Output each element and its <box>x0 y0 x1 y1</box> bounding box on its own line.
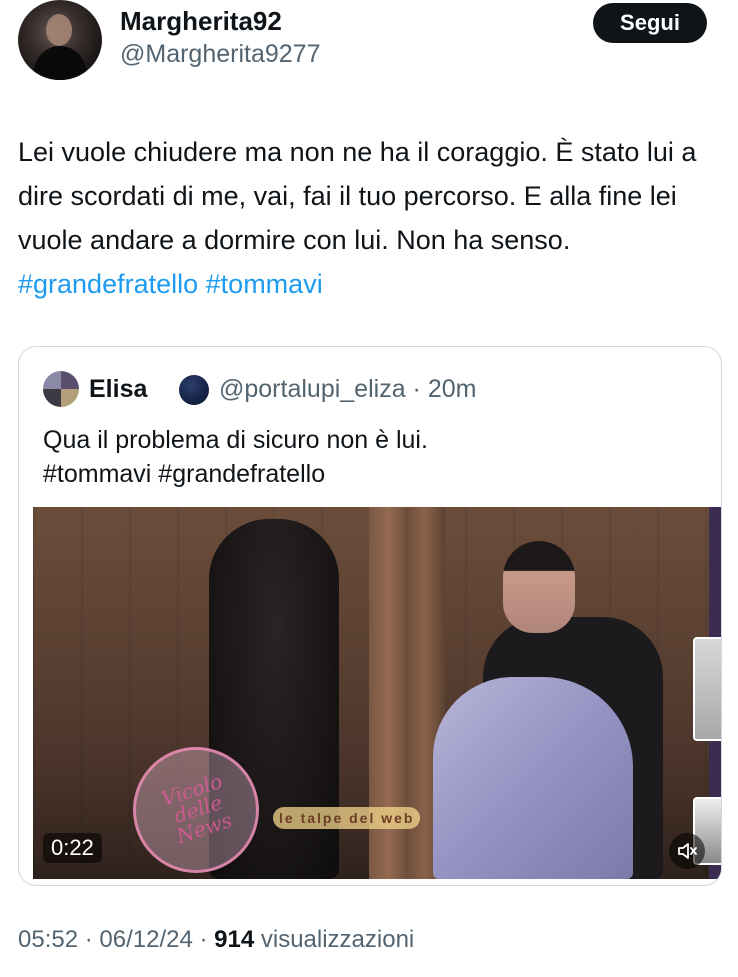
speaker-muted-icon <box>678 843 697 859</box>
video-player[interactable]: Vicolo delle News le talpe del web 0:22 <box>33 507 721 879</box>
tweet-timestamp[interactable]: 05:52 · 06/12/24 · <box>18 926 207 953</box>
avatar-face <box>46 14 72 46</box>
quoted-author-name[interactable]: Elisa <box>89 375 147 404</box>
quoted-text-line: Qua il problema di sicuro non è lui. <box>43 426 428 454</box>
hashtag-link[interactable]: #tommavi <box>206 269 323 299</box>
mute-button[interactable] <box>669 833 705 869</box>
follow-button[interactable]: Segui <box>593 3 707 43</box>
avatar-body <box>34 46 86 80</box>
quoted-hashtags[interactable]: #tommavi #grandefratello <box>43 457 693 491</box>
quoted-tweet-card[interactable]: Elisa @portalupi_eliza · 20m Qua il prob… <box>18 346 722 886</box>
tweet-header: Margherita92 @Margherita9277 Segui <box>0 0 738 100</box>
quoted-author-meta[interactable]: @portalupi_eliza · 20m <box>219 375 476 404</box>
watermark-banner: le talpe del web <box>273 807 421 829</box>
video-duration-badge: 0:22 <box>43 833 102 863</box>
tweet-metadata: 05:52 · 06/12/24 · 914 visualizzazioni <box>18 926 414 954</box>
views-label: visualizzazioni <box>260 926 415 953</box>
author-handle[interactable]: @Margherita9277 <box>120 40 321 69</box>
views-count: 914 <box>214 926 255 953</box>
video-thumbnail-overlay <box>693 637 721 741</box>
video-person-right-head <box>503 541 575 633</box>
quoted-author-avatar[interactable] <box>43 371 79 407</box>
tweet-text: Lei vuole chiudere ma non ne ha il corag… <box>18 130 726 306</box>
author-display-name[interactable]: Margherita92 <box>120 6 282 37</box>
author-avatar[interactable] <box>18 0 102 80</box>
verified-badge-icon <box>179 375 209 405</box>
video-blanket <box>433 677 633 879</box>
tweet-body-text: Lei vuole chiudere ma non ne ha il corag… <box>18 137 697 255</box>
hashtag-link[interactable]: #grandefratello <box>18 269 198 299</box>
quoted-tweet-text: Qua il problema di sicuro non è lui. #to… <box>43 423 693 491</box>
